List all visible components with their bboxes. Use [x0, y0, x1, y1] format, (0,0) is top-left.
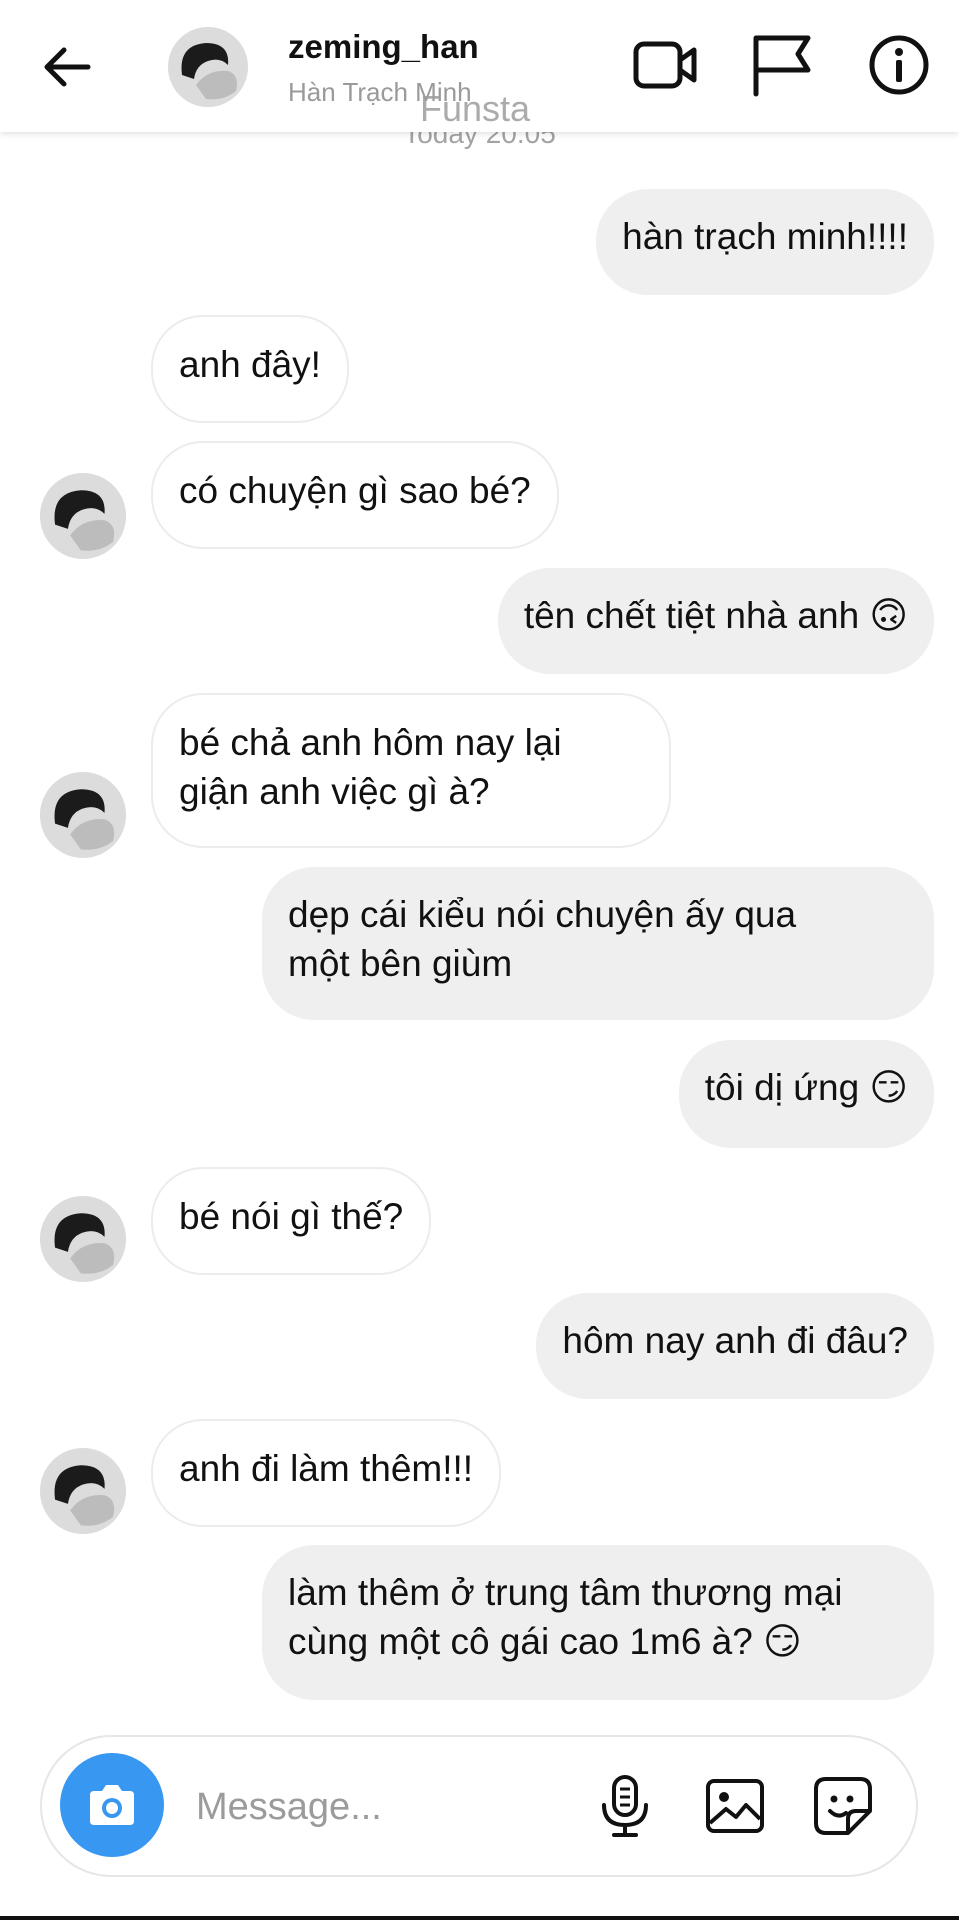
message-composer [40, 1735, 918, 1877]
message-bubble-received[interactable]: bé nói gì thế? [151, 1167, 432, 1275]
message-bubble-sent[interactable]: làm thêm ở trung tâm thương mại cùng một… [262, 1545, 934, 1700]
message-bubble-received[interactable]: bé chả anh hôm nay lại giận anh việc gì … [151, 693, 671, 848]
message-bubble-sent[interactable]: hôm nay anh đi đâu? [536, 1293, 934, 1399]
sender-avatar[interactable] [40, 772, 126, 858]
camera-button[interactable] [60, 1753, 164, 1857]
message-bubble-received[interactable]: anh đi làm thêm!!! [151, 1419, 502, 1527]
sender-avatar[interactable] [40, 1196, 126, 1282]
back-arrow-icon[interactable] [40, 40, 94, 94]
sender-avatar[interactable] [40, 1448, 126, 1534]
bottom-edge [0, 1916, 959, 1920]
video-call-icon[interactable] [630, 30, 700, 100]
info-icon[interactable] [864, 30, 934, 100]
gallery-image-icon[interactable] [702, 1773, 768, 1839]
header-avatar[interactable] [168, 27, 248, 107]
message-bubble-sent[interactable]: hàn trạch minh!!!! [596, 189, 934, 295]
microphone-icon[interactable] [592, 1773, 658, 1839]
message-bubble-sent[interactable]: tôi dị ứng 😏 [678, 1040, 934, 1148]
header-username[interactable]: zeming_han [288, 28, 479, 66]
watermark: Funsta [420, 88, 531, 129]
message-input[interactable] [194, 1777, 458, 1837]
flag-report-icon[interactable] [746, 30, 816, 100]
message-bubble-received[interactable]: có chuyện gì sao bé? [151, 441, 559, 549]
message-bubble-sent[interactable]: tên chết tiệt nhà anh 🙃 [497, 568, 934, 674]
message-bubble-received[interactable]: anh đây! [151, 315, 349, 423]
sticker-icon[interactable] [810, 1773, 876, 1839]
sender-avatar[interactable] [40, 473, 126, 559]
camera-icon [90, 1785, 134, 1825]
message-bubble-sent[interactable]: dẹp cái kiểu nói chuyện ấy qua một bên g… [262, 867, 934, 1020]
